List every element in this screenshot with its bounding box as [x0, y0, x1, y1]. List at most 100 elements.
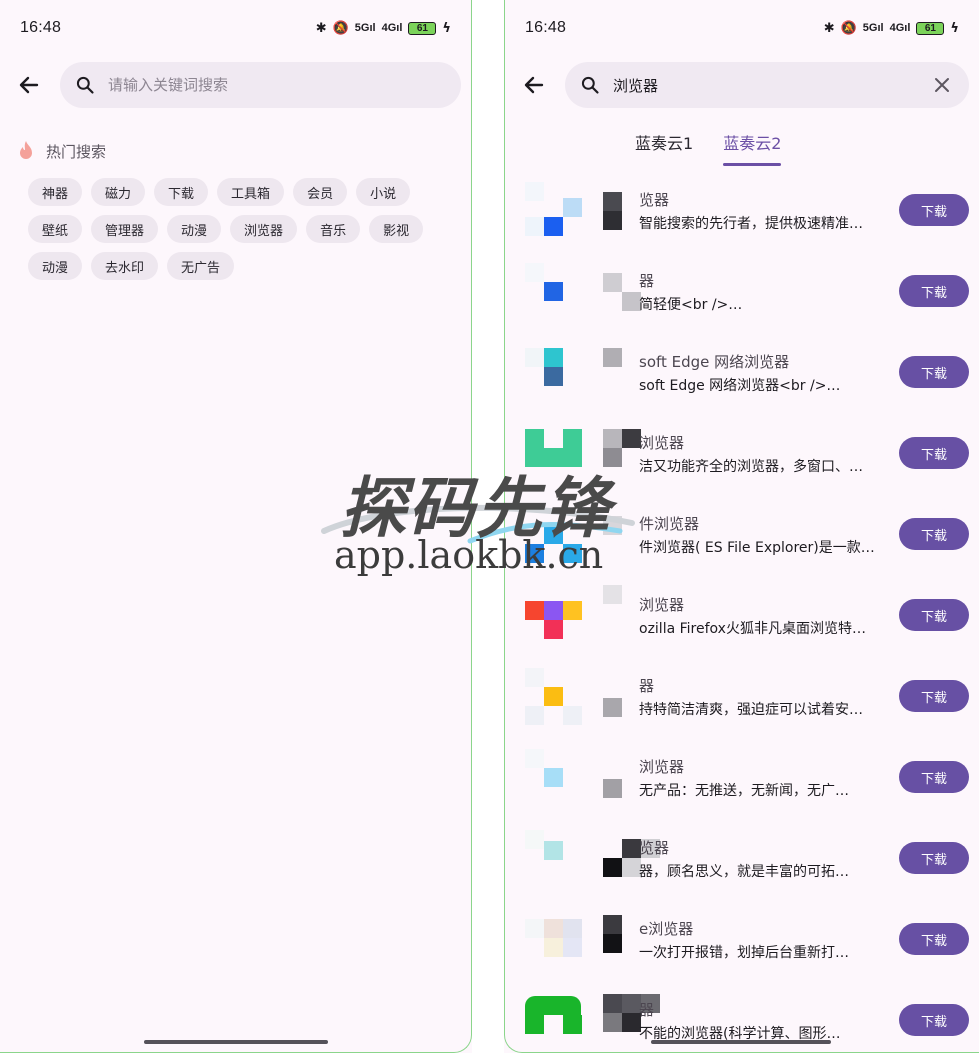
result-desc: 无产品：无推送，无新闻，无广…: [639, 783, 849, 799]
hot-search-header: 热门搜索: [16, 140, 106, 162]
chip-yinyue[interactable]: 音乐: [306, 215, 361, 243]
chip-gongjuxiang[interactable]: 工具箱: [217, 178, 285, 206]
signal-4g: 4Gıl: [381, 22, 403, 34]
result-row[interactable]: e浏览器 一次打开报错，划掉后台重新打… 下载: [505, 907, 979, 988]
back-button[interactable]: [12, 68, 46, 102]
search-icon: [579, 74, 601, 96]
chip-wuguanggao[interactable]: 无广告: [167, 252, 235, 280]
download-button[interactable]: 下载: [899, 599, 969, 631]
blur-patch: [603, 826, 660, 877]
search-input[interactable]: [108, 76, 447, 94]
result-title: 览器: [639, 191, 670, 209]
download-button[interactable]: 下载: [899, 680, 969, 712]
signal-4g: 4Gıl: [889, 22, 911, 34]
battery-icon: 61: [408, 21, 437, 35]
download-button[interactable]: 下载: [899, 275, 969, 307]
search-bar-row: [517, 62, 969, 108]
charging-icon: ϟ: [442, 20, 451, 36]
result-row[interactable]: soft Edge 网络浏览器 soft Edge 网络浏览器<br />… 下…: [505, 340, 979, 421]
hot-search-chips: 神器 磁力 下载 工具箱 会员 小说 壁纸 管理器 动漫 浏览器 音乐 影视 动…: [28, 178, 448, 280]
result-title: 器: [639, 272, 655, 290]
app-icon: [525, 911, 582, 967]
tab-lanzou-1[interactable]: 蓝奏云1: [635, 130, 693, 166]
screen-divider: [472, 0, 504, 1053]
chip-qushuiyin[interactable]: 去水印: [91, 252, 159, 280]
chip-cili[interactable]: 磁力: [91, 178, 146, 206]
back-button[interactable]: [517, 68, 551, 102]
chip-bizhi[interactable]: 壁纸: [28, 215, 83, 243]
result-row[interactable]: 浏览器 洁又功能齐全的浏览器，多窗口、… 下载: [505, 421, 979, 502]
blur-patch: [603, 583, 643, 623]
app-icon: [525, 668, 582, 725]
download-button[interactable]: 下载: [899, 518, 969, 550]
chip-guanliqi[interactable]: 管理器: [91, 215, 159, 243]
status-bar: 16:48 ✱ 🔕 5Gıl 4Gıl 61 ϟ: [0, 0, 471, 56]
result-desc: 持特简洁清爽，强迫症可以试着安…: [639, 702, 863, 718]
result-row[interactable]: 件浏览器 件浏览器( ES File Explorer)是一款… 下载: [505, 502, 979, 583]
search-icon: [74, 74, 96, 96]
result-title: 浏览器: [639, 758, 685, 776]
result-desc: 智能搜索的先行者，提供极速精准…: [639, 216, 863, 232]
flame-icon: [20, 141, 32, 159]
download-button[interactable]: 下载: [899, 923, 969, 955]
result-row[interactable]: 览器 器，顾名思义，就是丰富的可拓… 下载: [505, 826, 979, 907]
app-icon: [525, 506, 582, 563]
blur-patch: [603, 502, 643, 542]
chip-xiazai[interactable]: 下载: [154, 178, 209, 206]
result-desc: ozilla Firefox火狐非凡桌面浏览特…: [639, 621, 866, 637]
tab-lanzou-2[interactable]: 蓝奏云2: [723, 130, 782, 166]
chip-dongman[interactable]: 动漫: [167, 215, 222, 243]
chip-yingshi[interactable]: 影视: [369, 215, 424, 243]
download-button[interactable]: 下载: [899, 761, 969, 793]
arrow-left-icon: [524, 76, 544, 94]
app-icon: [525, 182, 582, 238]
search-box[interactable]: [565, 62, 969, 108]
app-icon: [525, 429, 582, 485]
blur-patch: [603, 988, 660, 1032]
download-button[interactable]: 下载: [899, 356, 969, 388]
search-bar-row: [12, 62, 461, 108]
blur-patch: [603, 178, 643, 230]
result-title: 件浏览器: [639, 515, 700, 533]
blur-patch: [603, 259, 643, 311]
app-icon: [525, 830, 581, 886]
download-button[interactable]: 下载: [899, 437, 969, 469]
app-icon: [525, 996, 582, 1052]
result-title: soft Edge 网络浏览器: [639, 353, 790, 371]
result-title: 浏览器: [639, 596, 685, 614]
hot-search-title: 热门搜索: [46, 142, 107, 161]
chip-xiaoshuo[interactable]: 小说: [356, 178, 411, 206]
chip-dongman-2[interactable]: 动漫: [28, 252, 83, 280]
battery-icon: 61: [916, 21, 945, 35]
clear-button[interactable]: [929, 72, 955, 98]
download-button[interactable]: 下载: [899, 194, 969, 226]
result-row[interactable]: 浏览器 无产品：无推送，无新闻，无广… 下载: [505, 745, 979, 826]
chip-shenqi[interactable]: 神器: [28, 178, 83, 206]
mute-bell-icon: 🔕: [840, 20, 857, 36]
arrow-left-icon: [19, 76, 39, 94]
result-desc: 器，顾名思义，就是丰富的可拓…: [639, 864, 849, 880]
result-row[interactable]: 器 简轻便<br />… 下载: [505, 259, 979, 340]
result-row[interactable]: 览器 智能搜索的先行者，提供极速精准… 下载: [505, 178, 979, 259]
blur-patch: [603, 745, 643, 798]
app-icon: [525, 749, 581, 805]
chip-huiyuan[interactable]: 会员: [293, 178, 348, 206]
charging-icon: ϟ: [950, 20, 959, 36]
signal-5g: 5Gıl: [354, 22, 376, 34]
download-button[interactable]: 下载: [899, 842, 969, 874]
result-row[interactable]: 器 持特简洁清爽，强迫症可以试着安… 下载: [505, 664, 979, 745]
mute-bell-icon: 🔕: [332, 20, 349, 36]
search-input[interactable]: [613, 76, 929, 94]
result-title: 器: [639, 677, 655, 695]
search-box[interactable]: [60, 62, 461, 108]
chip-liulanqi[interactable]: 浏览器: [230, 215, 298, 243]
home-indicator[interactable]: [651, 1040, 831, 1044]
result-title: 浏览器: [639, 434, 685, 452]
result-row[interactable]: 浏览器 ozilla Firefox火狐非凡桌面浏览特… 下载: [505, 583, 979, 664]
status-time: 16:48: [20, 19, 62, 36]
result-title: e浏览器: [639, 920, 694, 938]
result-desc: 一次打开报错，划掉后台重新打…: [639, 945, 849, 961]
bluetooth-icon: ✱: [823, 20, 835, 36]
home-indicator[interactable]: [144, 1040, 328, 1044]
download-button[interactable]: 下载: [899, 1004, 969, 1036]
